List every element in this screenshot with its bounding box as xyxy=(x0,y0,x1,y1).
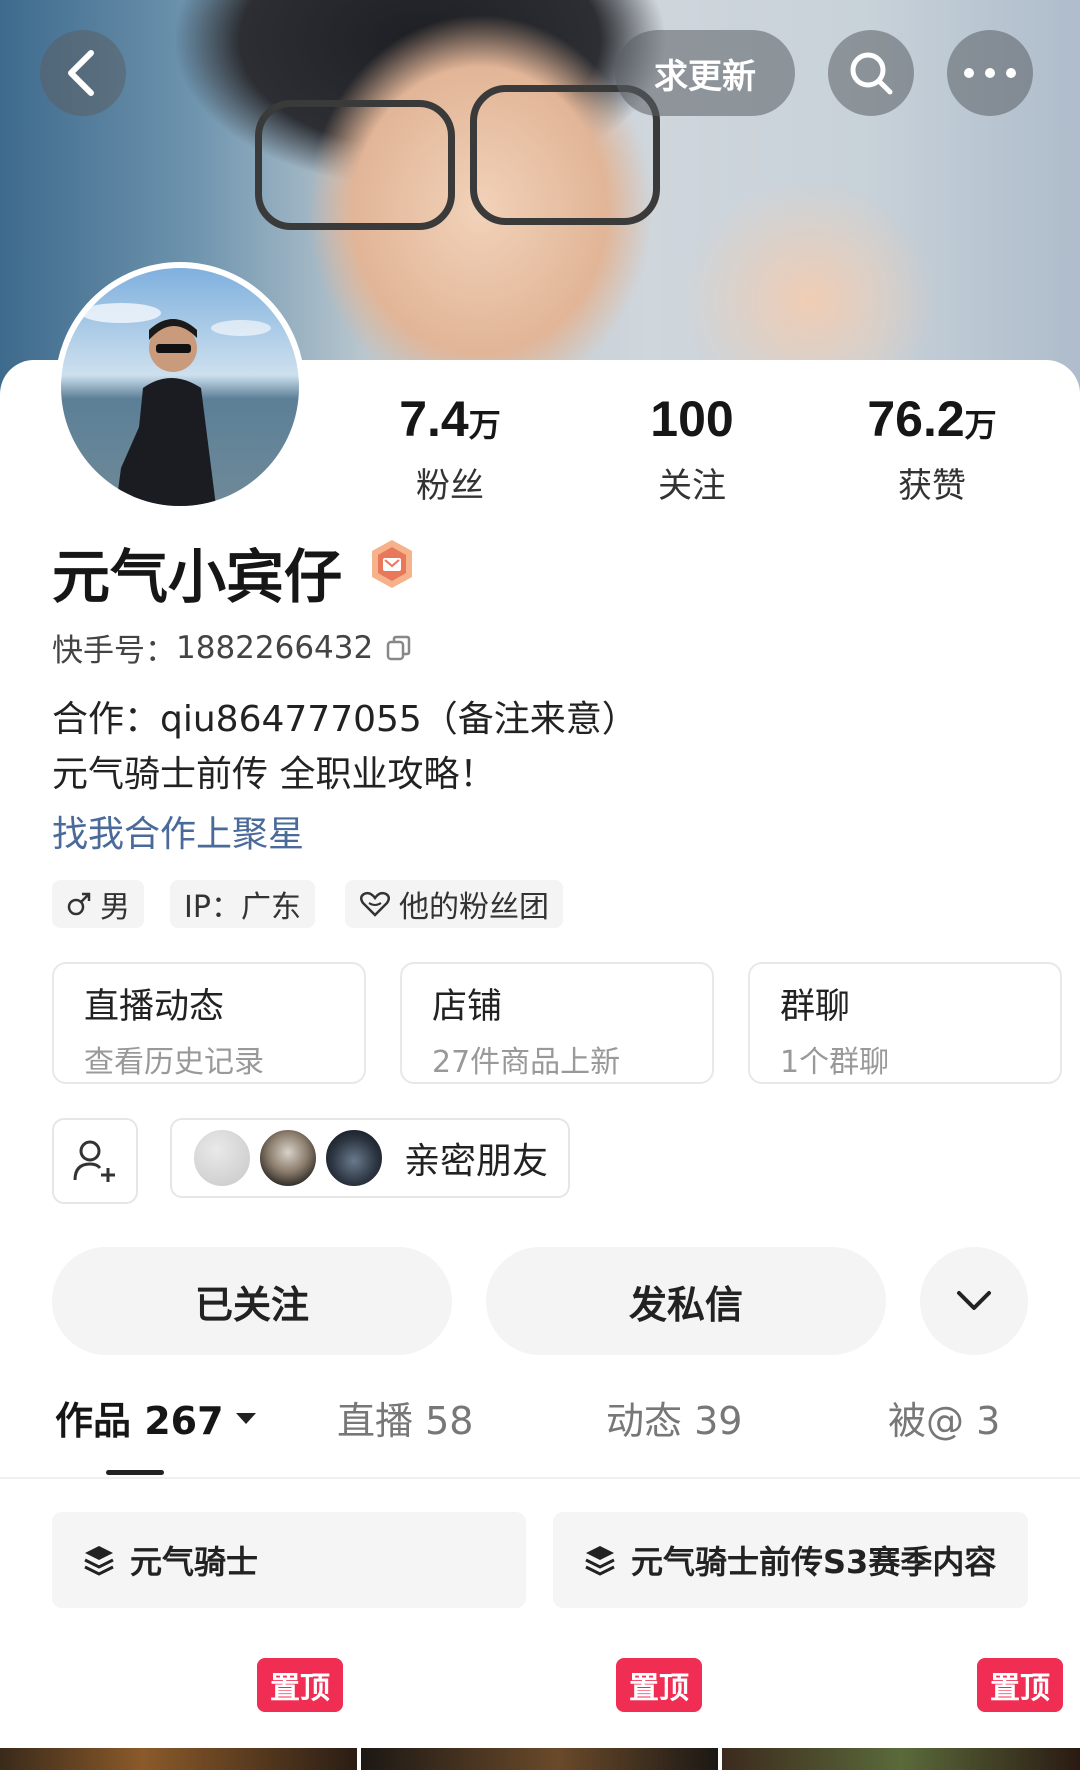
fan-club-tag[interactable]: 他的粉丝团 xyxy=(345,880,563,928)
pinned-badge-3: 置顶 xyxy=(977,1658,1063,1712)
more-dots-icon xyxy=(964,68,1016,78)
close-friends-label: 亲密朋友 xyxy=(404,1141,549,1182)
feature-live-title: 直播动态 xyxy=(84,987,225,1027)
feature-group-chat[interactable]: 群聊 1个群聊 xyxy=(748,962,1062,1084)
account-id: 1882266432 xyxy=(176,629,374,666)
collection-2-label: 元气骑士前传S3赛季内容 xyxy=(631,1543,997,1581)
tab-live[interactable]: 直播 58 xyxy=(337,1390,473,1445)
add-user-icon xyxy=(73,1140,115,1182)
feature-shop[interactable]: 店铺 27件商品上新 xyxy=(400,962,714,1084)
send-message-button[interactable]: 发私信 xyxy=(486,1247,886,1355)
request-update-label: 求更新 xyxy=(654,56,756,97)
collection-1-label: 元气骑士 xyxy=(130,1543,259,1581)
heart-icon xyxy=(360,891,390,917)
tab-live-label: 直播 58 xyxy=(337,1399,474,1443)
search-icon xyxy=(850,52,893,95)
layers-icon xyxy=(585,1546,615,1576)
chevron-down-icon xyxy=(957,1291,991,1310)
close-friends-button[interactable]: 亲密朋友 xyxy=(170,1118,570,1198)
cooperation-link[interactable]: 找我合作上聚星 xyxy=(52,805,304,857)
active-tab-indicator xyxy=(106,1470,164,1475)
feature-live-subtitle: 查看历史记录 xyxy=(84,1045,264,1080)
video-thumbnail-3[interactable] xyxy=(722,1748,1080,1770)
tabs-divider xyxy=(0,1477,1080,1479)
pinned-badge-2: 置顶 xyxy=(616,1658,702,1712)
gender-label: 男 xyxy=(100,890,130,925)
profile-name: 元气小宾仔 xyxy=(52,543,343,611)
chevron-left-icon xyxy=(68,50,94,96)
stat-fans-label: 粉丝 xyxy=(416,466,484,506)
avatar[interactable] xyxy=(55,262,305,512)
stat-likes-number: 76.2 xyxy=(867,391,965,447)
account-label: 快手号： xyxy=(52,633,176,669)
tab-mentions-label: 被@ 3 xyxy=(888,1399,1001,1443)
search-button[interactable] xyxy=(828,30,914,116)
back-button[interactable] xyxy=(40,30,126,116)
feature-group-subtitle: 1个群聊 xyxy=(780,1045,890,1080)
stat-following[interactable]: 100 关注 xyxy=(582,390,802,507)
caret-down-icon xyxy=(235,1412,256,1424)
tab-works-label: 作品 267 xyxy=(55,1399,224,1443)
bio-line-2: 元气骑士前传 全职业攻略！ xyxy=(52,754,496,795)
stat-likes-unit: 万 xyxy=(964,407,997,443)
content-tabs: 作品 267 直播 58 动态 39 被@ 3 xyxy=(0,1390,1080,1480)
feature-shop-title: 店铺 xyxy=(432,987,503,1027)
cover-glasses-left xyxy=(255,100,455,230)
tab-moments-label: 动态 39 xyxy=(606,1399,743,1443)
fan-club-label: 他的粉丝团 xyxy=(399,890,549,925)
stat-fans-unit: 万 xyxy=(468,407,501,443)
gender-tag: 男 xyxy=(52,880,144,928)
avatar-photo xyxy=(61,268,299,506)
copy-icon[interactable] xyxy=(385,634,413,662)
collection-2[interactable]: 元气骑士前传S3赛季内容 xyxy=(553,1512,1028,1608)
tab-moments[interactable]: 动态 39 xyxy=(606,1390,742,1445)
pinned-label-2: 置顶 xyxy=(629,1671,689,1706)
friend-avatar-3 xyxy=(324,1128,384,1188)
account-row: 快手号： 1882266432 xyxy=(52,625,413,670)
feature-shop-subtitle: 27件商品上新 xyxy=(432,1045,621,1080)
stat-following-label: 关注 xyxy=(658,466,726,506)
pinned-label-1: 置顶 xyxy=(270,1671,330,1706)
friend-avatar-1 xyxy=(192,1128,252,1188)
layers-icon xyxy=(84,1546,114,1576)
tab-works[interactable]: 作品 267 xyxy=(55,1390,258,1445)
male-icon xyxy=(67,892,91,916)
more-button[interactable] xyxy=(947,30,1033,116)
add-friend-button[interactable] xyxy=(52,1118,138,1204)
stat-following-number: 100 xyxy=(650,391,734,447)
creator-badge-icon[interactable] xyxy=(368,538,416,590)
pinned-badge-1: 置顶 xyxy=(257,1658,343,1712)
followed-button[interactable]: 已关注 xyxy=(52,1247,452,1355)
profile-stats: 7.4万 粉丝 100 关注 76.2万 获赞 xyxy=(340,390,1080,506)
pinned-label-3: 置顶 xyxy=(990,1671,1050,1706)
expand-button[interactable] xyxy=(920,1247,1028,1355)
tab-mentions[interactable]: 被@ 3 xyxy=(888,1390,1000,1445)
video-thumbnail-2[interactable] xyxy=(361,1748,718,1770)
stat-fans-number: 7.4 xyxy=(399,391,469,447)
ip-tag: IP：广东 xyxy=(170,880,315,928)
video-thumbnail-1[interactable] xyxy=(0,1748,357,1770)
stat-likes-label: 获赞 xyxy=(898,466,966,506)
request-update-button[interactable]: 求更新 xyxy=(615,30,795,116)
collection-1[interactable]: 元气骑士 xyxy=(52,1512,526,1608)
ip-label: IP：广东 xyxy=(184,890,301,925)
stat-likes[interactable]: 76.2万 获赞 xyxy=(822,390,1042,507)
feature-live-history[interactable]: 直播动态 查看历史记录 xyxy=(52,962,366,1084)
stat-fans[interactable]: 7.4万 粉丝 xyxy=(340,390,560,507)
feature-group-title: 群聊 xyxy=(780,987,851,1027)
bio-line-1: 合作：qiu864777055（备注来意） xyxy=(52,699,638,740)
send-message-label: 发私信 xyxy=(628,1282,743,1327)
followed-label: 已关注 xyxy=(194,1282,309,1327)
friend-avatar-2 xyxy=(258,1128,318,1188)
